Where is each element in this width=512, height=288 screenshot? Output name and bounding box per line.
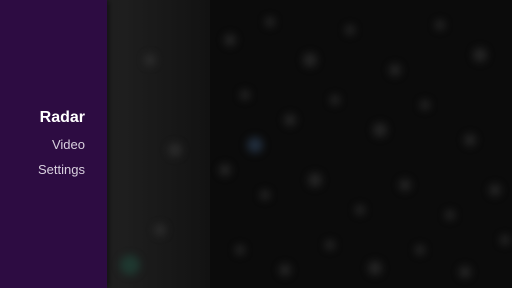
side-navigation: Radar Video Settings — [0, 0, 107, 288]
nav-item-radar[interactable]: Radar — [40, 109, 85, 127]
app-window: Radar Video Settings — [0, 0, 512, 288]
nav-item-settings[interactable]: Settings — [38, 162, 85, 177]
nav-item-video[interactable]: Video — [52, 137, 85, 152]
